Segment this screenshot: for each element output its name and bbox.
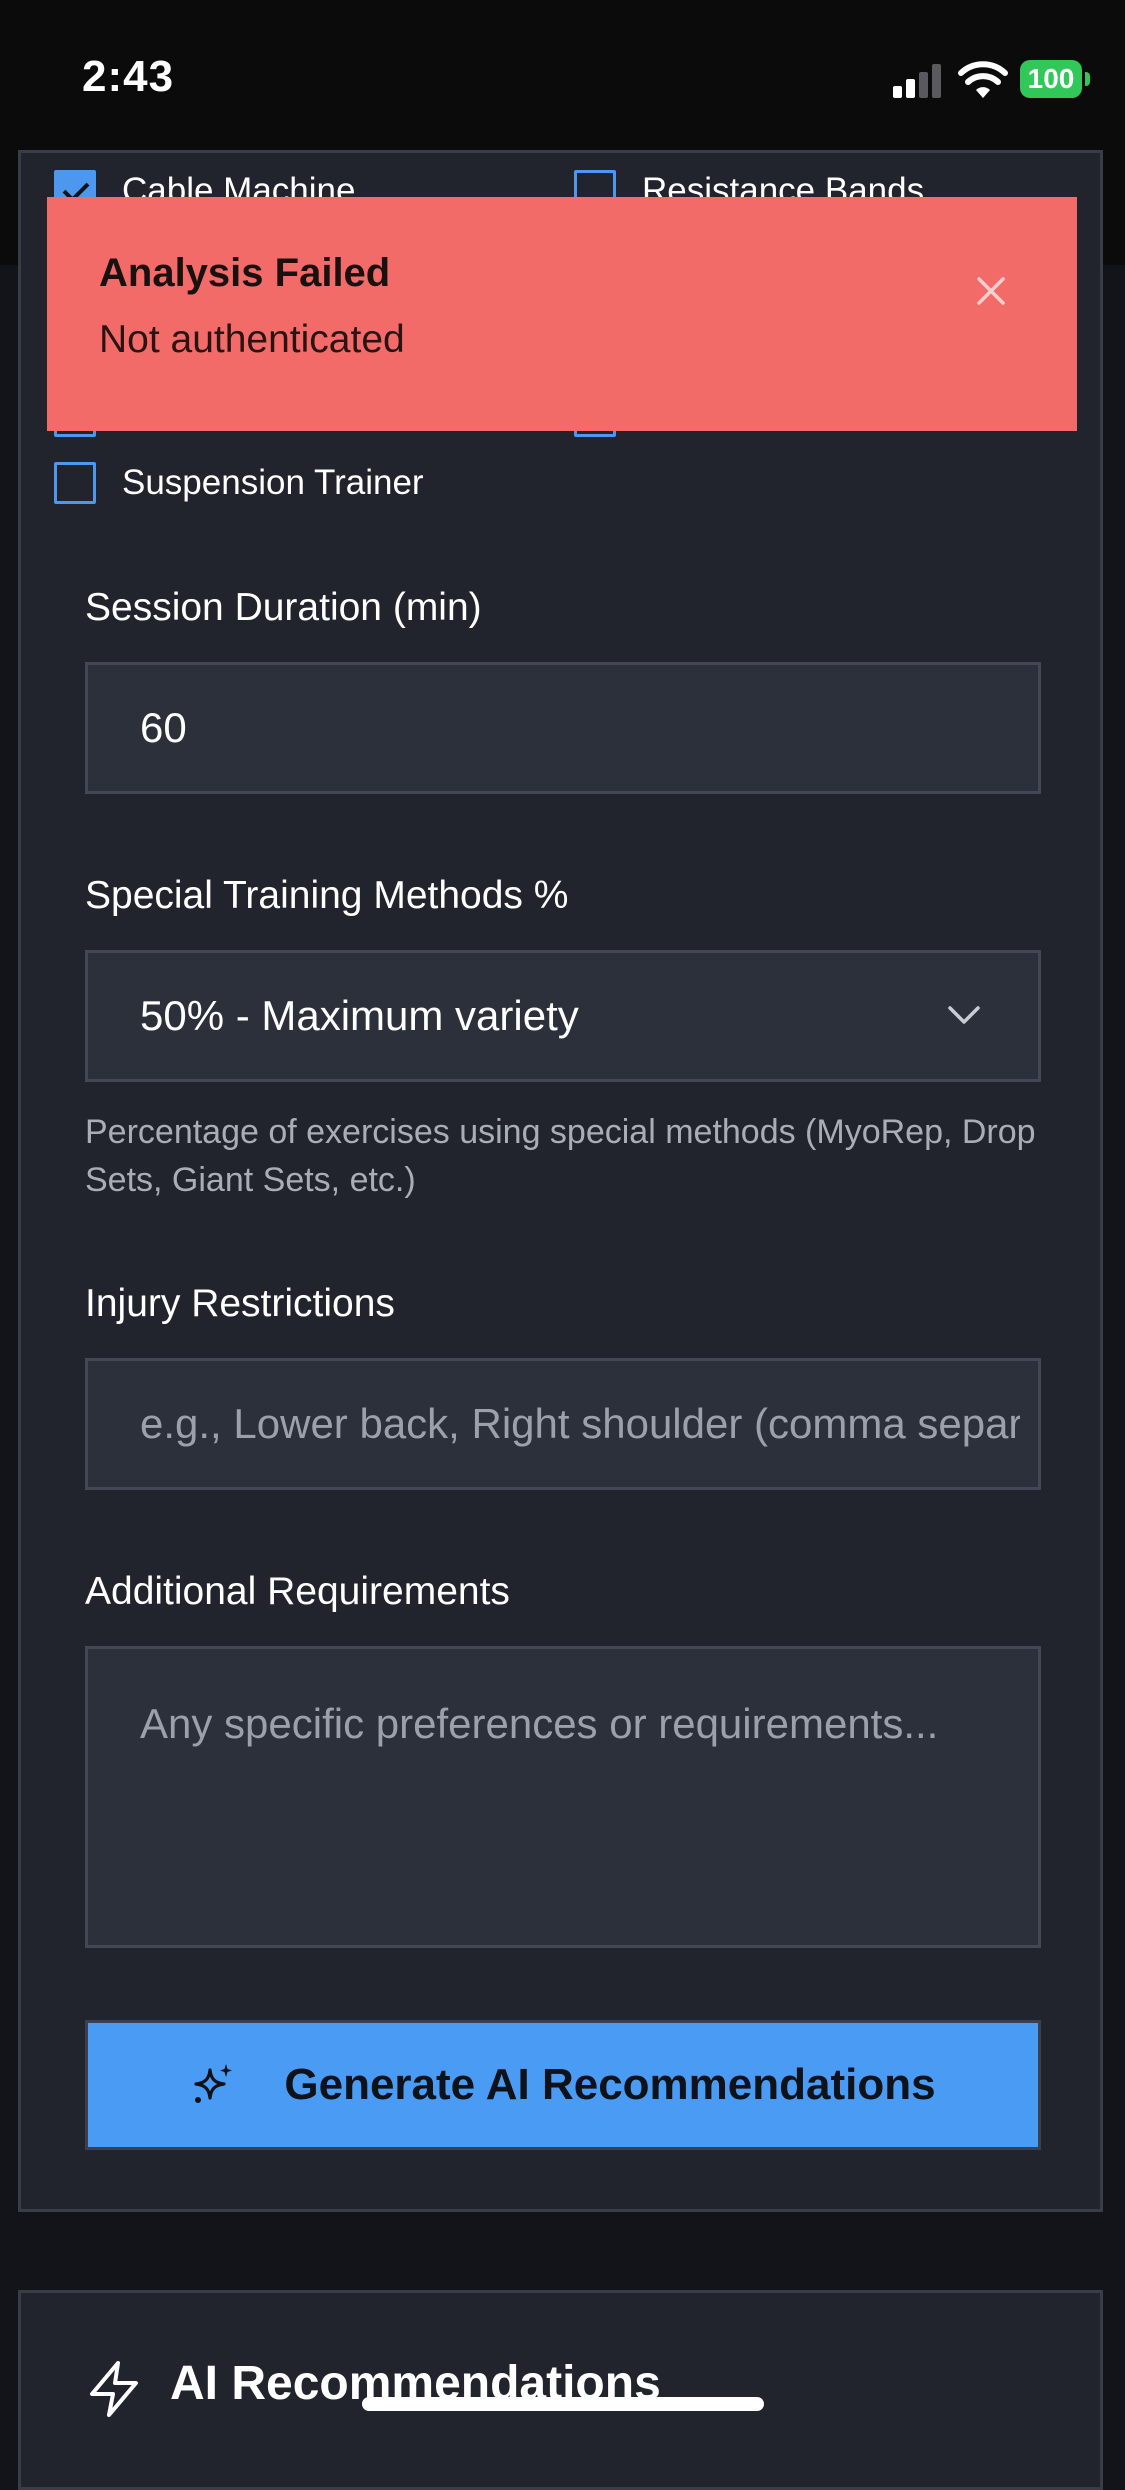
injury-field[interactable] <box>85 1358 1041 1490</box>
equipment-option-label: Suspension Trainer <box>122 463 424 502</box>
toast-message: Not authenticated <box>99 318 405 361</box>
methods-help-text: Percentage of exercises using special me… <box>85 1113 1036 1199</box>
status-bar: 2:43 100 <box>0 0 1125 150</box>
methods-select[interactable]: 50% - Maximum variety <box>85 950 1041 1082</box>
injury-input[interactable] <box>140 1400 1020 1448</box>
additional-textarea[interactable] <box>140 1693 1000 1943</box>
additional-label: Additional Requirements <box>85 1570 510 1613</box>
home-indicator[interactable] <box>362 2397 764 2411</box>
generate-recommendations-button[interactable]: Generate AI Recommendations <box>85 2020 1041 2150</box>
wifi-icon <box>958 61 1008 98</box>
sparkles-icon <box>194 2064 233 2103</box>
cellular-signal-icon <box>893 64 941 98</box>
battery-indicator: 100 <box>1020 60 1082 98</box>
duration-field[interactable] <box>85 662 1041 794</box>
close-icon[interactable] <box>971 271 1011 311</box>
battery-tip <box>1085 72 1090 86</box>
methods-selected-value: 50% - Maximum variety <box>140 992 579 1039</box>
toast-title: Analysis Failed <box>99 251 391 295</box>
duration-label: Session Duration (min) <box>85 586 482 629</box>
generate-button-label: Generate AI Recommendations <box>284 2060 936 2109</box>
duration-input[interactable] <box>140 704 1020 752</box>
additional-field[interactable] <box>85 1646 1041 1948</box>
methods-label: Special Training Methods % <box>85 874 569 917</box>
chevron-down-icon <box>948 1006 980 1024</box>
error-toast: Analysis Failed Not authenticated <box>47 197 1077 431</box>
equipment-option-suspension-trainer[interactable]: Suspension Trainer <box>54 462 424 504</box>
status-time: 2:43 <box>82 52 175 101</box>
lightning-icon <box>90 2361 138 2417</box>
injury-label: Injury Restrictions <box>85 1282 395 1325</box>
checkbox[interactable] <box>54 462 96 504</box>
